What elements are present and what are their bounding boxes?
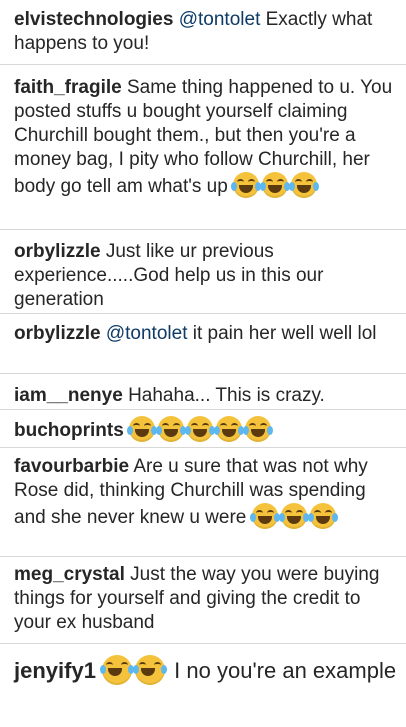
mention-link[interactable]: @tontolet — [106, 323, 188, 344]
username[interactable]: favourbarbie — [14, 456, 129, 477]
face-with-tears-of-joy-icon — [185, 416, 216, 442]
divider — [0, 373, 406, 374]
divider — [0, 229, 406, 230]
comment-text: I no you're an example — [168, 658, 397, 683]
face-with-tears-of-joy-icon — [127, 416, 158, 442]
face-with-tears-of-joy-icon — [133, 655, 168, 685]
comment-7: favourbarbie Are u sure that was not why… — [14, 455, 399, 530]
divider — [0, 556, 406, 557]
face-with-tears-of-joy-icon — [260, 172, 291, 198]
face-with-tears-of-joy-icon — [278, 503, 309, 529]
username[interactable]: buchoprints — [14, 420, 124, 441]
comment-5: iam__nenye Hahaha... This is crazy. — [14, 384, 399, 408]
comment-4: orbylizzle @tontolet it pain her well we… — [14, 322, 399, 346]
comment-1: elvistechnologies @tontolet Exactly what… — [14, 8, 399, 56]
divider — [0, 409, 406, 410]
username[interactable]: faith_fragile — [14, 77, 122, 98]
comment-2: faith_fragile Same thing happened to u. … — [14, 76, 399, 199]
face-with-tears-of-joy-icon — [156, 416, 187, 442]
face-with-tears-of-joy-icon — [214, 416, 245, 442]
username[interactable]: orbylizzle — [14, 241, 101, 262]
face-with-tears-of-joy-icon — [100, 655, 135, 685]
divider — [0, 447, 406, 448]
comment-text: Hahaha... This is crazy. — [122, 385, 325, 406]
face-with-tears-of-joy-icon — [249, 503, 280, 529]
face-with-tears-of-joy-icon — [289, 172, 320, 198]
username[interactable]: orbylizzle — [14, 323, 101, 344]
mention-link[interactable]: @tontolet — [179, 9, 261, 30]
comment-text: it pain her well well lol — [187, 323, 377, 344]
username[interactable]: meg_crystal — [14, 564, 125, 585]
username[interactable]: elvistechnologies — [14, 9, 173, 30]
comment-8: meg_crystal Just the way you were buying… — [14, 563, 399, 635]
comment-3: orbylizzle Just like ur previous experie… — [14, 240, 399, 312]
divider — [0, 643, 406, 644]
comment-6: buchoprints — [14, 416, 399, 443]
username[interactable]: iam__nenye — [14, 385, 123, 406]
face-with-tears-of-joy-icon — [243, 416, 274, 442]
username[interactable]: jenyify1 — [14, 658, 96, 683]
comment-9: jenyify1 I no you're an example — [14, 655, 399, 686]
divider — [0, 64, 406, 65]
divider — [0, 313, 406, 314]
face-with-tears-of-joy-icon — [231, 172, 262, 198]
face-with-tears-of-joy-icon — [307, 503, 338, 529]
